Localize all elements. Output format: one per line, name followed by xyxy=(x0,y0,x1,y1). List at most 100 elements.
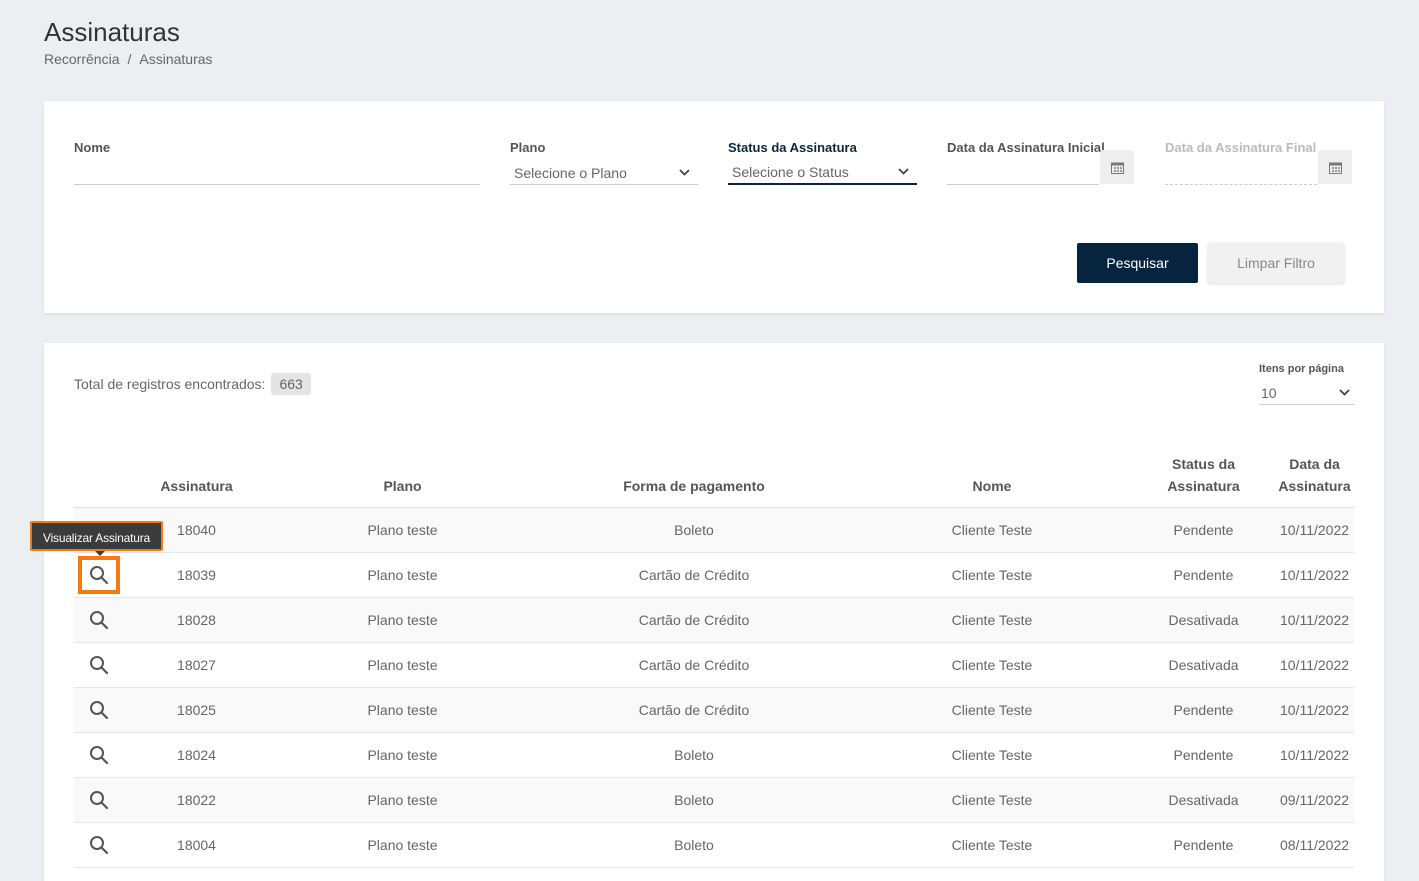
cell-plano: Plano teste xyxy=(269,822,536,868)
cell-assinatura: 18022 xyxy=(124,777,269,823)
chevron-down-icon xyxy=(898,166,909,178)
cell-assinatura: 18039 xyxy=(124,552,269,598)
search-icon[interactable] xyxy=(78,826,120,864)
nome-filter: Nome xyxy=(74,140,480,185)
calendar-icon[interactable] xyxy=(1100,150,1134,184)
cell-forma-pagamento: Cartão de Crédito xyxy=(536,552,852,598)
cell-data: 08/11/2022 xyxy=(1275,822,1354,868)
cell-forma-pagamento: Boleto xyxy=(536,777,852,823)
cell-nome: Cliente Teste xyxy=(852,687,1132,733)
search-icon[interactable] xyxy=(78,736,120,774)
page-title: Assinaturas xyxy=(44,17,180,47)
header-status[interactable]: Status da Assinatura xyxy=(1132,453,1275,508)
cell-data: 10/11/2022 xyxy=(1275,552,1354,598)
cell-status: Pendente xyxy=(1132,507,1275,553)
table-row: 18022 Plano teste Boleto Cliente Teste Desat… xyxy=(74,777,1354,823)
view-subscription-tooltip: Visualizar Assinatura xyxy=(30,521,163,556)
row-actions xyxy=(74,732,124,778)
items-per-page-select[interactable]: 10 xyxy=(1259,381,1354,405)
cell-forma-pagamento: Boleto xyxy=(536,822,852,868)
cell-forma-pagamento: Cartão de Crédito xyxy=(536,597,852,643)
search-icon[interactable] xyxy=(78,556,120,594)
cell-assinatura: 18025 xyxy=(124,687,269,733)
header-data[interactable]: Data da Assinatura xyxy=(1275,453,1354,508)
cell-plano: Plano teste xyxy=(269,687,536,733)
total-records-label: Total de registros encontrados: xyxy=(74,376,266,392)
status-filter: Status da Assinatura Selecione o Status xyxy=(728,140,917,185)
plano-filter: Plano Selecione o Plano xyxy=(510,140,698,185)
cell-status: Pendente xyxy=(1132,822,1275,868)
cell-nome: Cliente Teste xyxy=(852,552,1132,598)
row-actions xyxy=(74,597,124,643)
search-icon[interactable] xyxy=(78,601,120,639)
nome-input[interactable] xyxy=(74,161,480,185)
table-row: 18004 Plano teste Boleto Cliente Teste Pende… xyxy=(74,822,1354,868)
cell-status: Desativada xyxy=(1132,642,1275,688)
cell-assinatura: 18004 xyxy=(124,822,269,868)
table-row: 18024 Plano teste Boleto Cliente Teste Pende… xyxy=(74,732,1354,778)
header-data-line2: Assinatura xyxy=(1278,478,1351,494)
data-final-filter: Data da Assinatura Final xyxy=(1165,140,1353,185)
data-inicial-input[interactable] xyxy=(947,161,1099,185)
cell-plano: Plano teste xyxy=(269,777,536,823)
header-assinatura[interactable]: Assinatura xyxy=(124,453,269,508)
cell-assinatura: 18027 xyxy=(124,642,269,688)
breadcrumb-current: Assinaturas xyxy=(139,51,213,67)
results-panel: Total de registros encontrados: 663 Iten… xyxy=(44,343,1384,881)
cell-status: Pendente xyxy=(1132,687,1275,733)
cell-plano: Plano teste xyxy=(269,732,536,778)
cell-data: 10/11/2022 xyxy=(1275,597,1354,643)
header-forma-pagamento[interactable]: Forma de pagamento xyxy=(536,453,852,508)
cell-data: 10/11/2022 xyxy=(1275,687,1354,733)
row-actions xyxy=(74,777,124,823)
row-actions xyxy=(74,822,124,868)
cell-data: 10/11/2022 xyxy=(1275,732,1354,778)
cell-forma-pagamento: Cartão de Crédito xyxy=(536,642,852,688)
cell-assinatura: 18028 xyxy=(124,597,269,643)
cell-nome: Cliente Teste xyxy=(852,507,1132,553)
table-row: 18025 Plano teste Cartão de Crédito Cliente… xyxy=(74,687,1354,733)
search-icon[interactable] xyxy=(78,646,120,684)
cell-forma-pagamento: Cartão de Crédito xyxy=(536,687,852,733)
status-label: Status da Assinatura xyxy=(728,140,857,155)
table-row: 18028 Plano teste Cartão de Crédito Cliente… xyxy=(74,597,1354,643)
plano-select[interactable]: Selecione o Plano xyxy=(510,161,698,185)
items-per-page-value: 10 xyxy=(1261,384,1277,401)
table-row: 18040 Plano teste Boleto Cliente Teste Pende… xyxy=(74,507,1354,553)
cell-status: Desativada xyxy=(1132,597,1275,643)
chevron-down-icon xyxy=(679,167,690,179)
cell-status: Pendente xyxy=(1132,552,1275,598)
search-icon[interactable] xyxy=(78,691,120,729)
breadcrumb-separator: / xyxy=(127,51,132,67)
items-per-page: Itens por página 10 xyxy=(1259,363,1354,405)
clear-filter-button[interactable]: Limpar Filtro xyxy=(1208,243,1344,283)
cell-nome: Cliente Teste xyxy=(852,642,1132,688)
nome-label: Nome xyxy=(74,140,111,155)
calendar-icon[interactable] xyxy=(1318,150,1352,184)
header-status-line1: Status da xyxy=(1171,456,1235,472)
cell-forma-pagamento: Boleto xyxy=(536,732,852,778)
search-icon[interactable] xyxy=(78,781,120,819)
data-final-input[interactable] xyxy=(1165,161,1317,185)
cell-nome: Cliente Teste xyxy=(852,597,1132,643)
cell-data: 10/11/2022 xyxy=(1275,507,1354,553)
row-actions xyxy=(74,552,124,598)
cell-nome: Cliente Teste xyxy=(852,732,1132,778)
status-select[interactable]: Selecione o Status xyxy=(728,161,917,185)
table-row: 18027 Plano teste Cartão de Crédito Cliente… xyxy=(74,642,1354,688)
plano-label: Plano xyxy=(510,140,546,155)
status-select-value: Selecione o Status xyxy=(732,164,849,180)
row-actions xyxy=(74,687,124,733)
breadcrumb-parent[interactable]: Recorrência xyxy=(44,51,119,67)
header-nome[interactable]: Nome xyxy=(852,453,1132,508)
header-plano[interactable]: Plano xyxy=(269,453,536,508)
cell-data: 10/11/2022 xyxy=(1275,642,1354,688)
cell-plano: Plano teste xyxy=(269,597,536,643)
cell-nome: Cliente Teste xyxy=(852,822,1132,868)
cell-assinatura: 18024 xyxy=(124,732,269,778)
search-button[interactable]: Pesquisar xyxy=(1077,243,1198,283)
cell-status: Pendente xyxy=(1132,732,1275,778)
chevron-down-icon xyxy=(1339,387,1350,399)
table-row: 18039 Plano teste Cartão de Crédito Cliente… xyxy=(74,552,1354,598)
total-records: Total de registros encontrados: 663 xyxy=(74,373,311,395)
